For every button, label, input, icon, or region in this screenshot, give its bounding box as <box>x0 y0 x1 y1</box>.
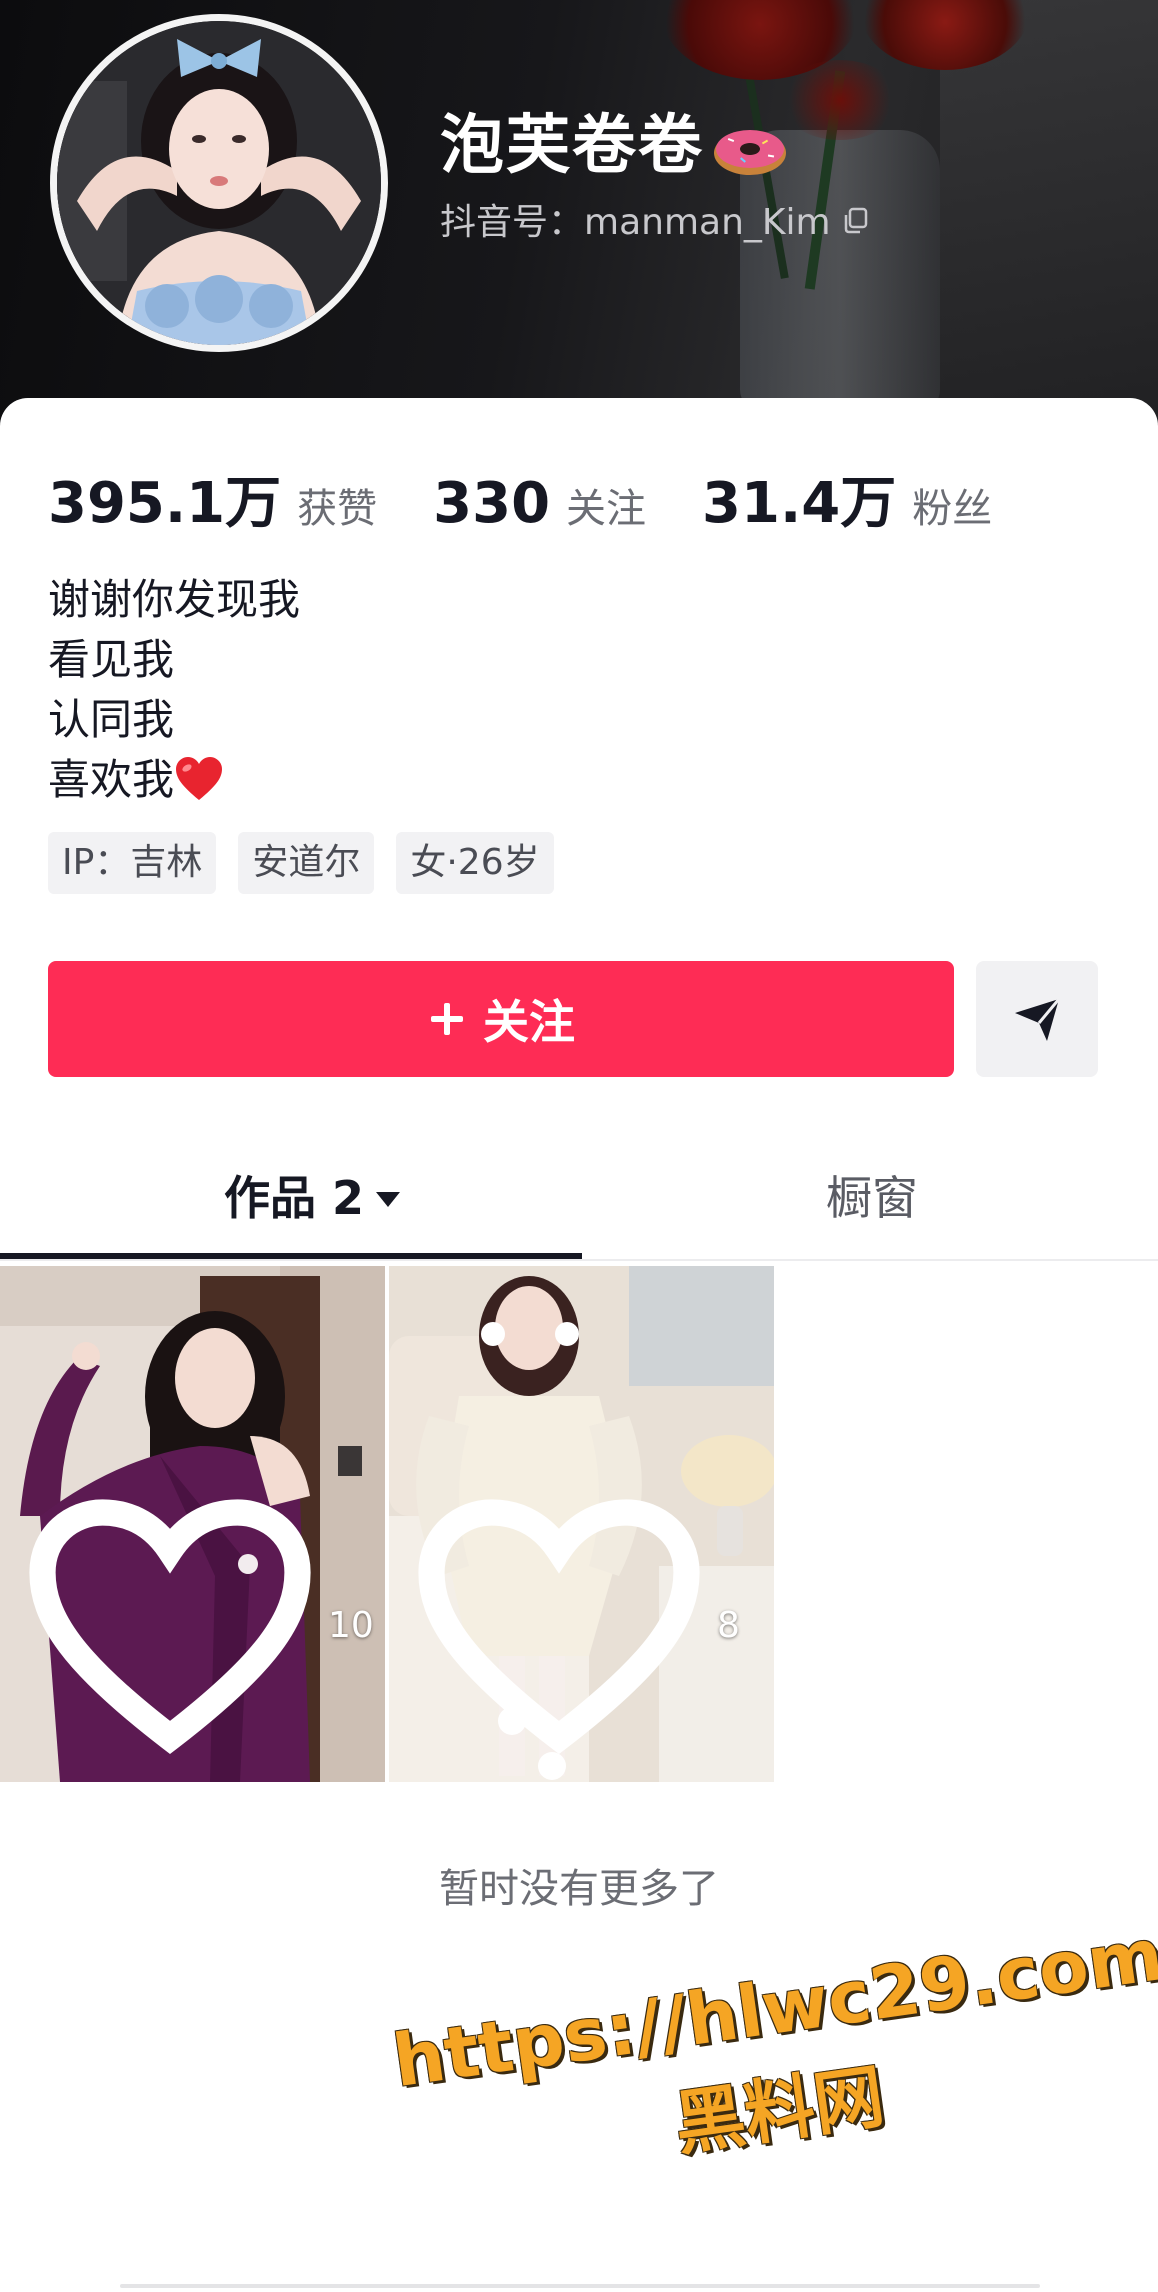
follow-label: 关注 <box>483 995 575 1049</box>
bio: 谢谢你发现我 看见我 认同我 喜欢我 <box>48 570 300 810</box>
copy-icon[interactable] <box>841 205 871 235</box>
stat-following[interactable]: 330 关注 <box>433 471 646 536</box>
tab-works[interactable]: 作品 2 <box>224 1158 402 1258</box>
bio-line: 看见我 <box>48 635 175 684</box>
no-more-text: 暂时没有更多了 <box>439 1866 719 1912</box>
stat-label: 获赞 <box>297 486 378 532</box>
stat-label: 关注 <box>566 486 647 532</box>
bio-line: 认同我 <box>48 695 175 744</box>
bio-line-last: 喜欢我 <box>48 750 300 810</box>
video-likes: 8 <box>409 1490 740 1760</box>
profile-header: 泡芙卷卷 抖音号：manman_Kim <box>0 0 1158 430</box>
video-grid: 10 8 <box>0 1266 778 1782</box>
video-likes: 10 <box>20 1490 374 1760</box>
video-thumbnail[interactable]: 8 <box>389 1266 774 1782</box>
likes-count: 8 <box>717 1604 740 1646</box>
heart-outline-icon <box>418 1499 700 1755</box>
stat-label: 粉丝 <box>912 486 993 532</box>
share-button[interactable] <box>976 961 1098 1077</box>
red-heart-icon <box>176 756 223 800</box>
tags-row: IP：吉林 安道尔 女·26岁 <box>48 832 576 894</box>
bio-line: 喜欢我 <box>48 755 175 804</box>
bio-line: 谢谢你发现我 <box>48 575 301 624</box>
likes-count: 10 <box>328 1604 374 1646</box>
content-tabs: 作品 2 橱窗 <box>0 1158 1158 1258</box>
douyin-id-text: 抖音号：manman_Kim <box>440 202 831 243</box>
tab-showcase[interactable]: 橱窗 <box>826 1158 918 1258</box>
avatar-image <box>57 21 381 345</box>
stat-value: 330 <box>433 471 551 536</box>
donut-emoji-icon <box>714 130 786 176</box>
background-flower <box>780 60 900 140</box>
nickname: 泡芙卷卷 <box>440 108 790 184</box>
plus-icon <box>431 1003 463 1035</box>
douyin-id[interactable]: 抖音号：manman_Kim <box>440 198 871 248</box>
follow-button[interactable]: 关注 <box>48 961 954 1077</box>
caret-down-icon <box>376 1191 401 1207</box>
stat-value: 395.1万 <box>48 471 282 536</box>
video-thumbnail[interactable]: 10 <box>0 1266 385 1782</box>
heart-outline-icon <box>29 1499 311 1755</box>
stats-row: 395.1万 获赞 330 关注 31.4万 粉丝 <box>48 458 1048 536</box>
tag-gender-age: 女·26岁 <box>396 832 554 894</box>
stat-followers[interactable]: 31.4万 粉丝 <box>702 458 992 539</box>
tag-ip: IP：吉林 <box>48 832 217 894</box>
send-icon <box>1015 998 1061 1041</box>
tab-divider <box>0 1259 1158 1261</box>
tag-location: 安道尔 <box>238 832 375 894</box>
stat-likes[interactable]: 395.1万 获赞 <box>48 458 377 539</box>
nickname-text: 泡芙卷卷 <box>440 109 704 183</box>
stat-value: 31.4万 <box>702 471 897 536</box>
tab-works-label: 作品 2 <box>224 1171 365 1225</box>
avatar[interactable] <box>50 14 388 352</box>
tab-showcase-label: 橱窗 <box>826 1171 918 1225</box>
home-indicator <box>120 2284 1040 2288</box>
